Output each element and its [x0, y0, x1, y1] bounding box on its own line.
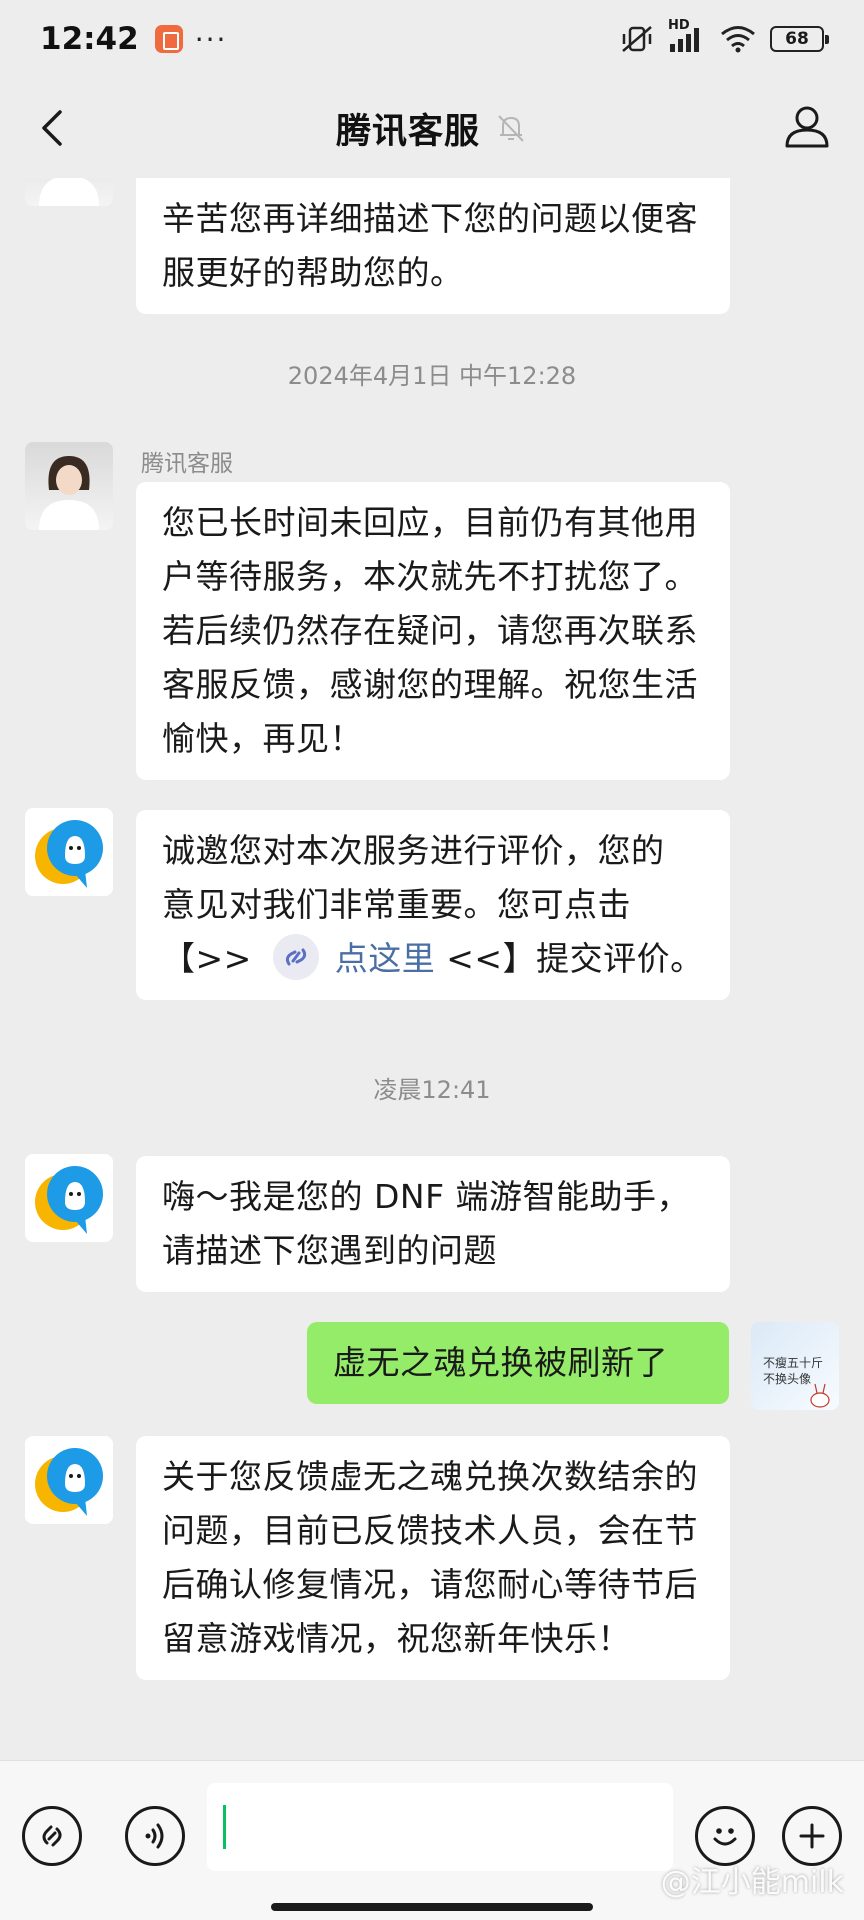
vibrate-mute-icon	[622, 26, 652, 52]
sender-name: 腾讯客服	[141, 451, 233, 477]
text-caret	[223, 1805, 226, 1849]
qq-bot-logo-icon	[35, 1448, 103, 1516]
link-suffix: <<】提交评价。	[435, 939, 704, 978]
message-input[interactable]	[207, 1783, 673, 1871]
qq-bot-logo-icon	[35, 820, 103, 888]
message-text: 意见对我们非常重要。您可点击	[162, 885, 631, 924]
sent-message-bubble[interactable]: 虚无之魂兑换被刷新了	[307, 1322, 729, 1404]
back-arrow-icon[interactable]	[30, 104, 78, 152]
bot-avatar[interactable]	[25, 1154, 113, 1242]
avatar-caption: 不换头像	[763, 1372, 812, 1386]
link-prefix: 【>>	[162, 939, 263, 978]
message-text: 关于您反馈虚无之魂兑换次数结余的问题，目前已反馈技术人员，会在节后确认修复情况，…	[162, 1457, 698, 1658]
bot-avatar[interactable]	[25, 1436, 113, 1524]
emoji-icon	[713, 1828, 737, 1846]
message-text: 辛苦您再详细描述下您的问题以便客服更好的帮助您的。	[162, 199, 698, 292]
message-text: 嗨～我是您的 DNF 端游智能助手，请描述下您遇到的问题	[162, 1177, 691, 1270]
message-text: 【>> 点这里 <<】提交评价。	[162, 932, 704, 986]
input-bar: @江小能milk	[0, 1760, 864, 1920]
qq-bot-logo-icon	[35, 1166, 103, 1234]
status-indicators: HD 68	[620, 18, 829, 54]
message-bubble[interactable]: 您已长时间未回应，目前仍有其他用户等待服务，本次就先不打扰您了。若后续仍然存在疑…	[136, 482, 730, 780]
user-avatar[interactable]: 不瘦五十斤 不换头像	[751, 1322, 839, 1410]
message-bubble[interactable]: 关于您反馈虚无之魂兑换次数结余的问题，目前已反馈技术人员，会在节后确认修复情况，…	[136, 1436, 730, 1680]
agent-avatar[interactable]	[25, 442, 113, 530]
signal-icon: HD	[668, 18, 706, 54]
message-text: 诚邀您对本次服务进行评价，您的	[162, 831, 665, 870]
status-bar: 12:42 ··· HD 68	[0, 0, 864, 78]
mini-program-button[interactable]	[22, 1806, 82, 1866]
more-notifications-icon: ···	[194, 22, 228, 56]
message-bubble[interactable]: 嗨～我是您的 DNF 端游智能助手，请描述下您遇到的问题	[136, 1156, 730, 1292]
message-text: 虚无之魂兑换被刷新了	[333, 1343, 668, 1382]
bot-avatar[interactable]	[25, 808, 113, 896]
rating-link[interactable]: 点这里	[335, 939, 436, 978]
profile-icon[interactable]	[780, 100, 834, 154]
mute-bell-icon	[498, 115, 524, 142]
watermark: @江小能milk	[660, 1865, 844, 1900]
message-bubble[interactable]: 辛苦您再详细描述下您的问题以便客服更好的帮助您的。	[136, 178, 730, 314]
message-timestamp: 2024年4月1日 中午12:28	[287, 362, 577, 390]
battery-icon: 68	[770, 26, 829, 52]
avatar-caption: 不瘦五十斤	[763, 1356, 824, 1370]
link-icon	[42, 1825, 62, 1847]
chat-header: 腾讯客服	[0, 78, 864, 178]
agent-avatar[interactable]	[25, 178, 113, 206]
home-indicator[interactable]	[271, 1903, 593, 1911]
rabbit-sticker-icon	[810, 1383, 830, 1408]
voice-icon	[145, 1823, 164, 1849]
message-timestamp: 凌晨12:41	[373, 1076, 491, 1104]
message-text: 您已长时间未回应，目前仍有其他用户等待服务，本次就先不打扰您了。若后续仍然存在疑…	[162, 503, 698, 758]
message-bubble[interactable]: 诚邀您对本次服务进行评价，您的 意见对我们非常重要。您可点击 【>> 点这里 <…	[136, 810, 730, 1000]
message-list[interactable]: 辛苦您再详细描述下您的问题以便客服更好的帮助您的。 2024年4月1日 中午12…	[0, 178, 864, 1760]
wifi-icon	[721, 26, 755, 53]
mini-program-icon	[272, 933, 319, 980]
voice-input-button[interactable]	[125, 1806, 185, 1866]
app-notification-icon	[154, 25, 183, 53]
status-time: 12:42	[40, 21, 139, 57]
plus-icon	[799, 1823, 825, 1849]
chat-title: 腾讯客服	[335, 111, 480, 152]
